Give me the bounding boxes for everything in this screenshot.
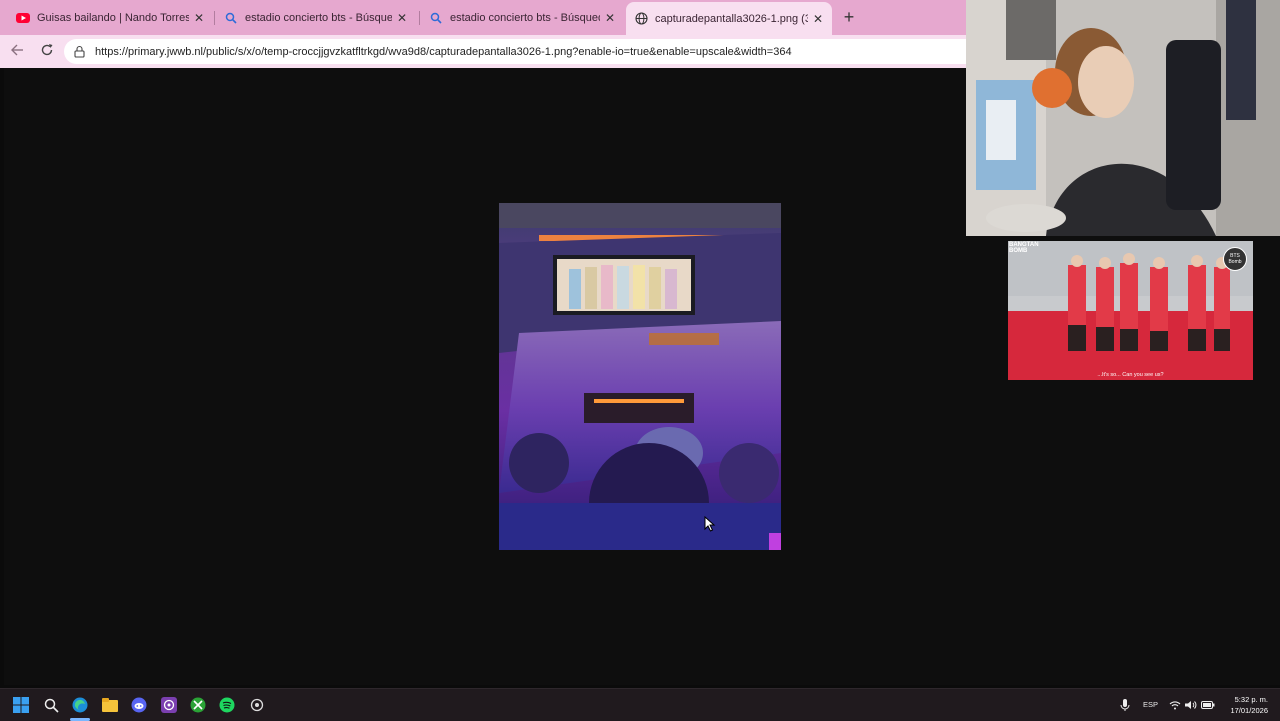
webcam-feed: [966, 0, 1280, 236]
back-arrow-icon: [11, 44, 23, 56]
discord-icon[interactable]: [130, 696, 148, 714]
clock-date: 17/01/2026: [1230, 706, 1268, 715]
tab-search-2[interactable]: estadio concierto bts - Búsqueda ✕: [421, 6, 624, 29]
search-icon[interactable]: [42, 696, 60, 714]
url-text: https://primary.jwwb.nl/public/s/x/o/tem…: [95, 45, 792, 58]
xbox-icon[interactable]: [189, 696, 207, 714]
start-windows-icon[interactable]: [12, 696, 30, 714]
concert-stadium-image[interactable]: [499, 203, 781, 550]
search-icon: [224, 11, 238, 25]
new-tab-button[interactable]: +: [840, 8, 858, 26]
system-clock[interactable]: 5:32 p. m. 17/01/2026: [1230, 694, 1268, 716]
tab-title: Guisas bailando | Nando Torres. - YouTub…: [37, 11, 189, 24]
video-subtitle: ...It's so... Can you see us?: [1097, 372, 1164, 378]
tab-title: estadio concierto bts - Búsqueda: [450, 11, 600, 24]
tab-youtube[interactable]: Guisas bailando | Nando Torres. - YouTub…: [8, 6, 213, 29]
volume-icon[interactable]: [1181, 696, 1199, 714]
keyboard-language[interactable]: ESP: [1143, 700, 1158, 709]
microphone-icon[interactable]: [1116, 696, 1134, 714]
youtube-icon: [16, 11, 30, 25]
clock-time: 5:32 p. m.: [1234, 695, 1268, 704]
tab-strip: Guisas bailando | Nando Torres. - YouTub…: [0, 0, 966, 35]
battery-icon[interactable]: [1199, 696, 1217, 714]
tab-search-1[interactable]: estadio concierto bts - Búsqueda ✕: [216, 6, 416, 29]
tab-separator: [419, 11, 420, 25]
channel-logo: BANGTAN BOMB: [1009, 242, 1039, 254]
edge-browser-icon[interactable]: [71, 696, 89, 714]
search-icon: [429, 11, 443, 25]
reload-button[interactable]: [38, 43, 56, 61]
video-thumbnail[interactable]: BANGTAN BOMB BTS Bomb ...It's so... Can …: [1008, 241, 1253, 380]
browser-toolbar: https://primary.jwwb.nl/public/s/x/o/tem…: [0, 35, 966, 68]
spotify-icon[interactable]: [218, 696, 236, 714]
page-viewport: [4, 68, 966, 685]
tab-image-active[interactable]: capturadepantalla3026-1.png (364 ✕: [626, 2, 832, 35]
reload-icon: [41, 44, 53, 56]
file-explorer-icon[interactable]: [101, 696, 119, 714]
back-button[interactable]: [8, 43, 26, 61]
tab-title: capturadepantalla3026-1.png (364: [655, 12, 808, 25]
bts-bomb-badge: BTS Bomb: [1223, 247, 1247, 271]
mouse-cursor-icon: [704, 515, 716, 537]
tab-title: estadio concierto bts - Búsqueda: [245, 11, 392, 24]
obs-studio-icon[interactable]: [160, 696, 178, 714]
close-tab-icon[interactable]: ✕: [396, 11, 408, 25]
close-tab-icon[interactable]: ✕: [604, 11, 616, 25]
close-tab-icon[interactable]: ✕: [812, 12, 824, 26]
close-tab-icon[interactable]: ✕: [193, 11, 205, 25]
address-bar[interactable]: https://primary.jwwb.nl/public/s/x/o/tem…: [64, 39, 966, 64]
globe-icon: [634, 12, 648, 26]
taskbar: ESP 5:32 p. m. 17/01/2026: [0, 688, 1280, 721]
site-info-icon[interactable]: [73, 45, 87, 59]
settings-gear-icon[interactable]: [248, 696, 266, 714]
tab-separator: [214, 11, 215, 25]
